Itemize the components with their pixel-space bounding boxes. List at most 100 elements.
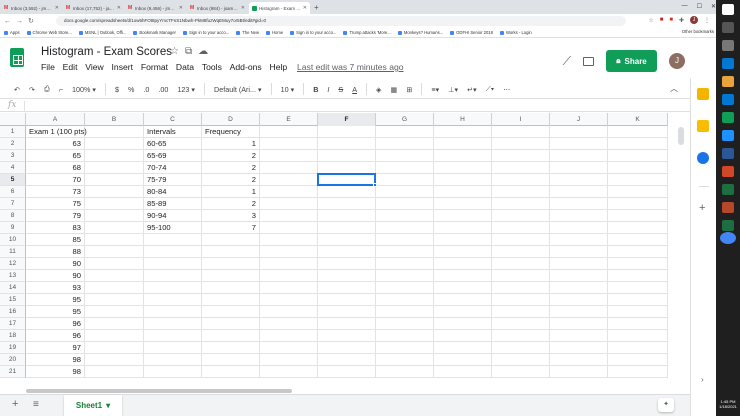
text-rotation-icon[interactable]: ⟋▾ bbox=[486, 84, 495, 94]
column-header-c[interactable]: C bbox=[144, 113, 202, 126]
tasks-icon[interactable] bbox=[697, 152, 709, 164]
cell-k16[interactable] bbox=[608, 306, 668, 318]
cell-c10[interactable] bbox=[144, 234, 202, 246]
cell-e20[interactable] bbox=[260, 354, 318, 366]
select-all-corner[interactable] bbox=[0, 113, 26, 126]
cell-c13[interactable] bbox=[144, 270, 202, 282]
currency-format-button[interactable]: $ bbox=[115, 85, 119, 94]
explore-button[interactable]: ✦ bbox=[658, 398, 674, 412]
cell-i15[interactable] bbox=[492, 294, 550, 306]
cell-f20[interactable] bbox=[318, 354, 376, 366]
account-avatar[interactable]: J bbox=[669, 53, 685, 69]
bookmark-item[interactable]: Bookmark Manager bbox=[133, 30, 176, 35]
cell-k18[interactable] bbox=[608, 330, 668, 342]
menu-data[interactable]: Data bbox=[176, 62, 194, 72]
cell-c8[interactable]: 90-94 bbox=[144, 210, 202, 222]
vertical-align-icon[interactable]: ⊥▾ bbox=[448, 85, 458, 94]
column-header-i[interactable]: I bbox=[492, 113, 550, 126]
cell-h2[interactable] bbox=[434, 138, 492, 150]
cell-b3[interactable] bbox=[85, 150, 144, 162]
cell-h16[interactable] bbox=[434, 306, 492, 318]
cell-c15[interactable] bbox=[144, 294, 202, 306]
share-button[interactable]: 🔒︎ Share bbox=[606, 50, 657, 72]
cell-d21[interactable] bbox=[202, 366, 260, 378]
row-header[interactable]: 16 bbox=[0, 306, 26, 318]
cell-f21[interactable] bbox=[318, 366, 376, 378]
cell-f17[interactable] bbox=[318, 318, 376, 330]
cell-i19[interactable] bbox=[492, 342, 550, 354]
cell-c5[interactable]: 75-79 bbox=[144, 174, 202, 186]
cell-f7[interactable] bbox=[318, 198, 376, 210]
cell-k7[interactable] bbox=[608, 198, 668, 210]
cell-k6[interactable] bbox=[608, 186, 668, 198]
cell-d14[interactable] bbox=[202, 282, 260, 294]
cell-a15[interactable]: 95 bbox=[26, 294, 85, 306]
active-cell-selection[interactable] bbox=[317, 173, 377, 187]
column-header-j[interactable]: J bbox=[550, 113, 608, 126]
row-header[interactable]: 11 bbox=[0, 246, 26, 258]
cell-b4[interactable] bbox=[85, 162, 144, 174]
new-tab-button[interactable]: + bbox=[314, 2, 319, 14]
cell-d2[interactable]: 1 bbox=[202, 138, 260, 150]
row-header[interactable]: 21 bbox=[0, 366, 26, 378]
cell-d16[interactable] bbox=[202, 306, 260, 318]
cell-h21[interactable] bbox=[434, 366, 492, 378]
cell-c9[interactable]: 95-100 bbox=[144, 222, 202, 234]
cell-j18[interactable] bbox=[550, 330, 608, 342]
row-header[interactable]: 17 bbox=[0, 318, 26, 330]
menu-file[interactable]: File bbox=[41, 62, 55, 72]
cell-i11[interactable] bbox=[492, 246, 550, 258]
cell-c12[interactable] bbox=[144, 258, 202, 270]
cell-f15[interactable] bbox=[318, 294, 376, 306]
close-icon[interactable]: ✕ bbox=[241, 5, 245, 11]
cell-f2[interactable] bbox=[318, 138, 376, 150]
cell-k19[interactable] bbox=[608, 342, 668, 354]
cell-j16[interactable] bbox=[550, 306, 608, 318]
cell-g3[interactable] bbox=[376, 150, 434, 162]
row-header[interactable]: 12 bbox=[0, 258, 26, 270]
vertical-scrollbar[interactable] bbox=[678, 127, 684, 145]
cell-b21[interactable] bbox=[85, 366, 144, 378]
cell-h14[interactable] bbox=[434, 282, 492, 294]
cell-h8[interactable] bbox=[434, 210, 492, 222]
search-icon[interactable] bbox=[722, 22, 734, 33]
sheet-tab-sheet1[interactable]: Sheet1 ▾ bbox=[64, 395, 122, 416]
cell-c14[interactable] bbox=[144, 282, 202, 294]
bookmark-item[interactable]: Works - Login bbox=[499, 30, 532, 35]
cell-a21[interactable]: 98 bbox=[26, 366, 85, 378]
cell-g6[interactable] bbox=[376, 186, 434, 198]
cell-f12[interactable] bbox=[318, 258, 376, 270]
cell-h5[interactable] bbox=[434, 174, 492, 186]
cell-j7[interactable] bbox=[550, 198, 608, 210]
bookmark-item[interactable]: MSNL | Outlook, Offi... bbox=[78, 30, 126, 35]
cell-g10[interactable] bbox=[376, 234, 434, 246]
row-header[interactable]: 5 bbox=[0, 174, 26, 186]
cell-b15[interactable] bbox=[85, 294, 144, 306]
cell-j21[interactable] bbox=[550, 366, 608, 378]
all-sheets-button[interactable]: ≡ bbox=[33, 399, 39, 410]
row-header[interactable]: 20 bbox=[0, 354, 26, 366]
extension-icon[interactable]: ■ bbox=[669, 17, 673, 23]
cell-i6[interactable] bbox=[492, 186, 550, 198]
cell-e3[interactable] bbox=[260, 150, 318, 162]
cell-e6[interactable] bbox=[260, 186, 318, 198]
last-edit-link[interactable]: Last edit was 7 minutes ago bbox=[297, 62, 404, 72]
close-icon[interactable]: ✕ bbox=[117, 5, 121, 11]
cell-e2[interactable] bbox=[260, 138, 318, 150]
star-icon[interactable]: ☆ bbox=[170, 46, 179, 57]
sheets-logo-icon[interactable] bbox=[10, 48, 24, 67]
profile-avatar[interactable]: J bbox=[690, 16, 698, 24]
cell-e18[interactable] bbox=[260, 330, 318, 342]
cell-a4[interactable]: 68 bbox=[26, 162, 85, 174]
cell-a14[interactable]: 93 bbox=[26, 282, 85, 294]
cell-b9[interactable] bbox=[85, 222, 144, 234]
cell-j14[interactable] bbox=[550, 282, 608, 294]
cell-j10[interactable] bbox=[550, 234, 608, 246]
cell-b13[interactable] bbox=[85, 270, 144, 282]
cell-e21[interactable] bbox=[260, 366, 318, 378]
cell-e19[interactable] bbox=[260, 342, 318, 354]
cell-k11[interactable] bbox=[608, 246, 668, 258]
add-sheet-button[interactable]: + bbox=[12, 398, 18, 410]
cell-f14[interactable] bbox=[318, 282, 376, 294]
cell-d4[interactable]: 2 bbox=[202, 162, 260, 174]
